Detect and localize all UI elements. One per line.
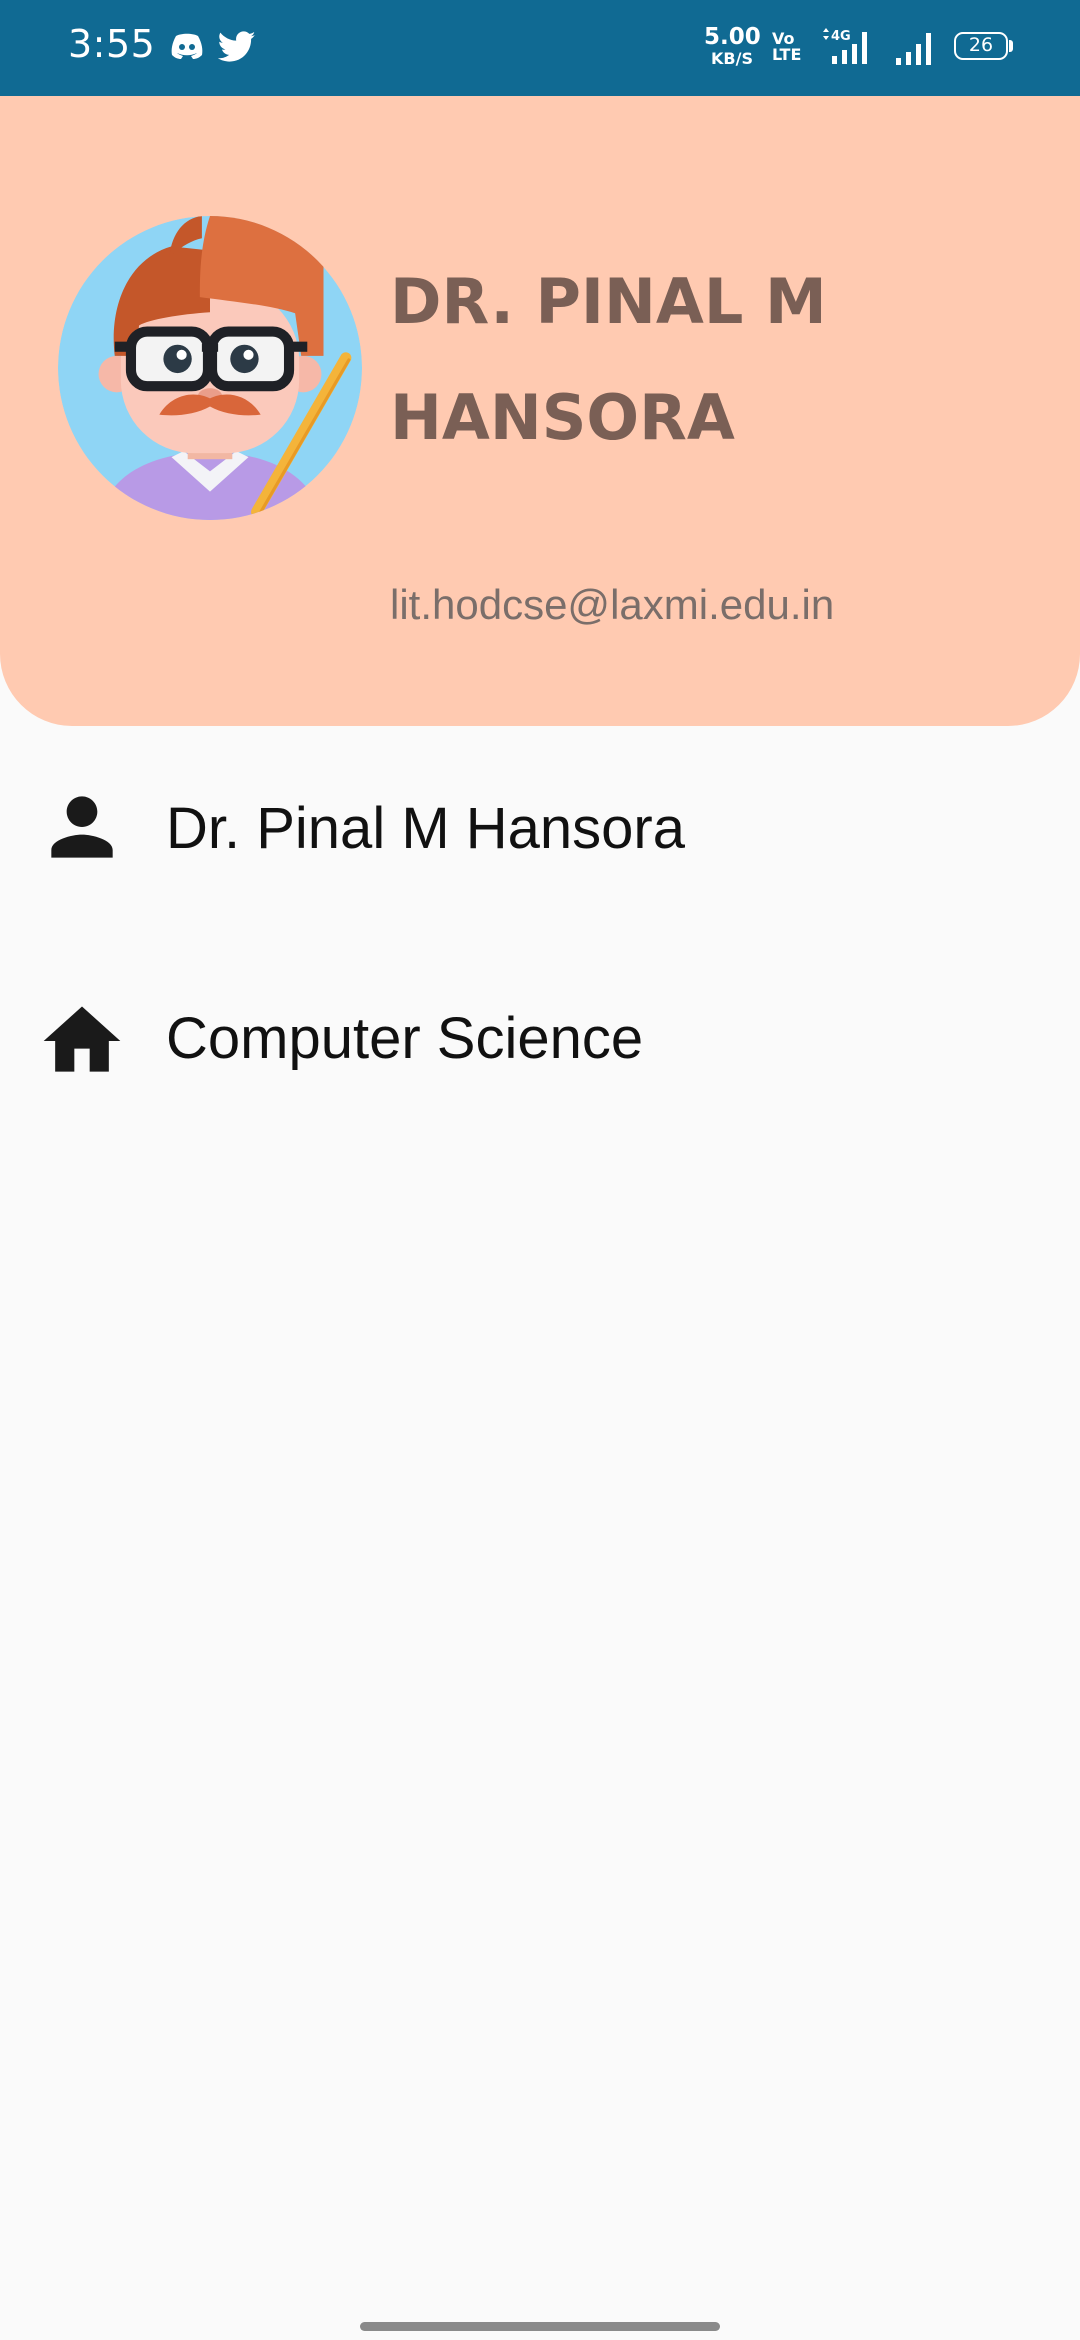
signal-icon [896, 33, 931, 65]
status-time: 3:55 [68, 22, 156, 66]
detail-label-department: Computer Science [166, 1006, 644, 1071]
teacher-avatar-icon [58, 216, 362, 520]
volte-indicator: Vo LTE [772, 31, 801, 63]
twitter-icon [218, 31, 256, 62]
detail-item-department: Computer Science [0, 965, 1080, 1115]
profile-screen: 3:55 5.00 KB/S Vo LTE 4G 26 DR. PINAL M … [0, 0, 1080, 2340]
home-icon [43, 1006, 121, 1072]
network-type: 4G [831, 29, 851, 44]
signal-4g-icon: 4G [823, 28, 867, 64]
discord-icon [171, 33, 203, 59]
person-icon [51, 796, 113, 858]
network-speed: 5.00 KB/S [704, 24, 761, 68]
detail-item-name: Dr. Pinal M Hansora [0, 755, 1080, 905]
profile-name: DR. PINAL M HANSORA [390, 265, 827, 454]
battery-icon: 26 [954, 32, 1008, 60]
home-indicator[interactable] [360, 2322, 720, 2331]
volte-bottom: LTE [772, 45, 802, 64]
detail-label-name: Dr. Pinal M Hansora [166, 796, 685, 861]
network-speed-value: 5.00 [704, 24, 761, 50]
profile-header: DR. PINAL M HANSORA lit.hodcse@laxmi.edu… [0, 96, 1080, 726]
network-speed-unit: KB/S [711, 49, 753, 68]
profile-email: lit.hodcse@laxmi.edu.in [390, 581, 835, 628]
status-bar: 3:55 5.00 KB/S Vo LTE 4G 26 [0, 0, 1080, 96]
battery-tip [1009, 40, 1013, 52]
battery-level: 26 [968, 34, 994, 56]
